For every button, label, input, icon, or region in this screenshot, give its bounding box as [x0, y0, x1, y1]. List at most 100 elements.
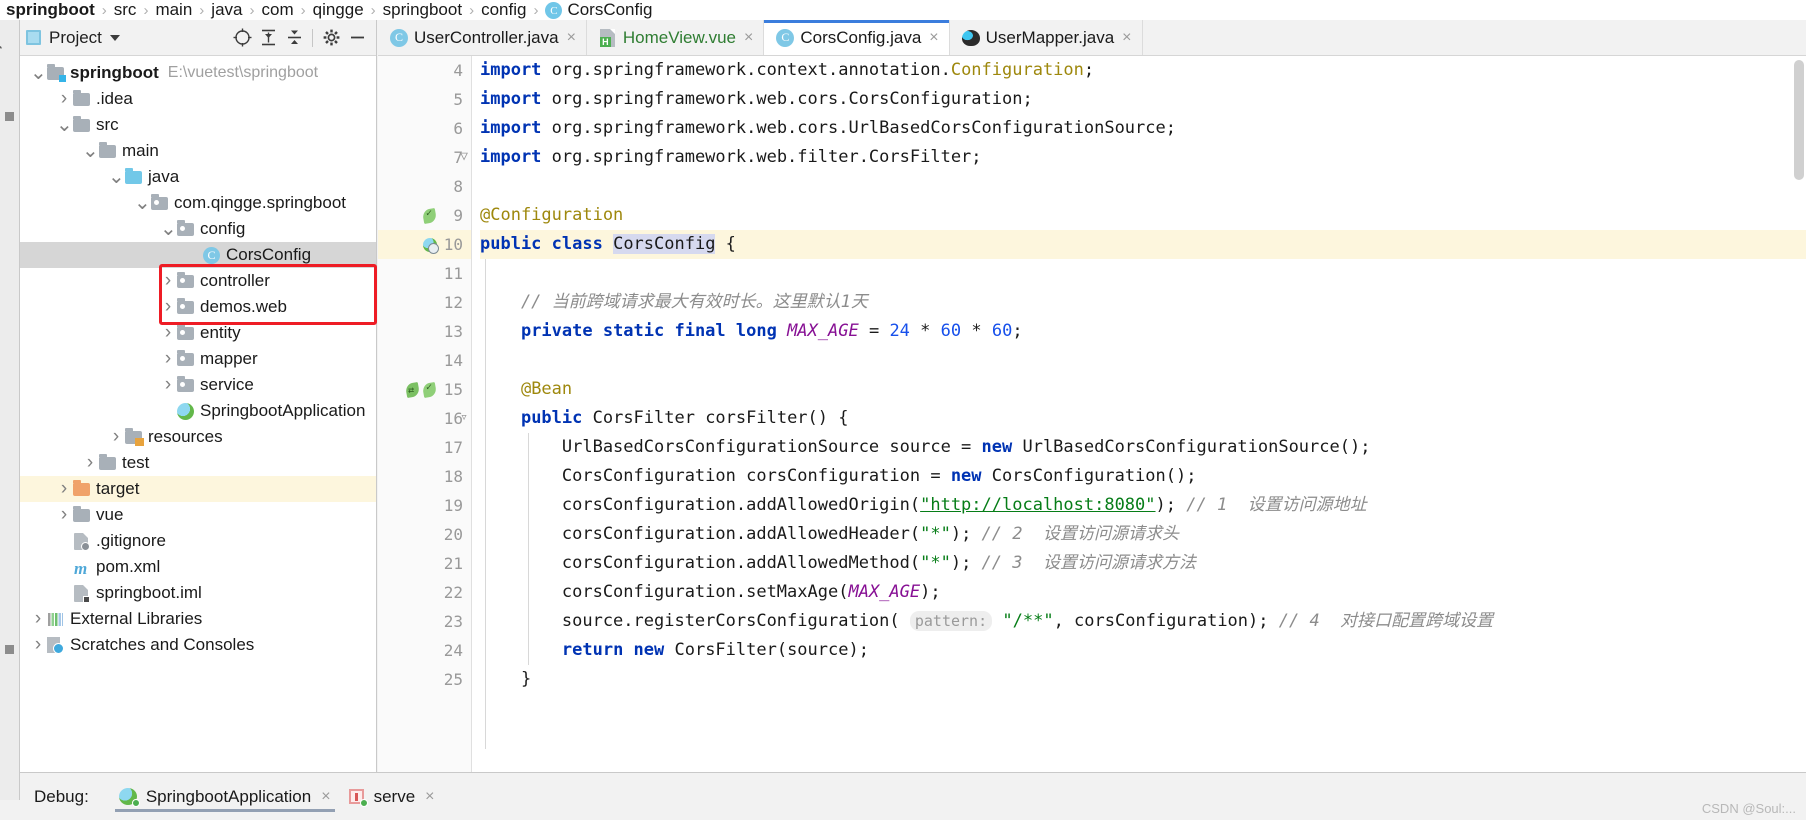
debug-tab-springbootapplication[interactable]: SpringbootApplication× [111, 777, 339, 817]
gutter-line-20[interactable]: 20 [378, 520, 471, 549]
gutter-line-25[interactable]: 25 [378, 665, 471, 694]
gutter-line-22[interactable]: 22 [378, 578, 471, 607]
chevron-down-icon[interactable]: ⌄ [30, 68, 46, 78]
code-line-8[interactable] [480, 172, 1806, 201]
tree-node-vue[interactable]: ›vue [20, 502, 376, 528]
spring-bean-navigate-icon[interactable]: ⇄ [405, 382, 420, 398]
tree-node-entity[interactable]: ›entity [20, 320, 376, 346]
chevron-right-icon[interactable]: › [30, 634, 46, 656]
spring-bean-marker-icon[interactable] [422, 237, 437, 253]
tree-node-com-qingge-springboot[interactable]: ⌄com.qingge.springboot [20, 190, 376, 216]
breadcrumb-item-main[interactable]: main [155, 0, 192, 20]
tree-node--idea[interactable]: ›.idea [20, 86, 376, 112]
tree-node-main[interactable]: ⌄main [20, 138, 376, 164]
chevron-right-icon[interactable]: › [108, 426, 124, 448]
project-tree[interactable]: ⌄springbootE:\vuetest\springboot›.idea⌄s… [20, 56, 376, 772]
breadcrumb-item-corsconfig[interactable]: CCorsConfig [545, 0, 652, 20]
breadcrumb-item-com[interactable]: com [261, 0, 293, 20]
tree-node-test[interactable]: ›test [20, 450, 376, 476]
editor-tab-homeview-vue[interactable]: HHomeView.vue× [587, 20, 764, 55]
chevron-down-icon[interactable]: ⌄ [108, 172, 124, 182]
close-icon[interactable]: × [567, 30, 576, 46]
breadcrumb-item-config[interactable]: config [481, 0, 526, 20]
editor-scrollbar[interactable] [1794, 60, 1804, 180]
tree-node-src[interactable]: ⌄src [20, 112, 376, 138]
breadcrumb-item-java[interactable]: java [211, 0, 242, 20]
breadcrumb-item-src[interactable]: src [114, 0, 137, 20]
gutter-line-14[interactable]: 14 [378, 346, 471, 375]
tree-node-mapper[interactable]: ›mapper [20, 346, 376, 372]
tree-node-config[interactable]: ⌄config [20, 216, 376, 242]
code-line-5[interactable]: import org.springframework.web.cors.Cors… [480, 85, 1806, 114]
chevron-right-icon[interactable]: › [56, 478, 72, 500]
code-line-9[interactable]: @Configuration [480, 201, 1806, 230]
chevron-right-icon[interactable]: › [160, 348, 176, 370]
gutter-line-10[interactable]: 10 [378, 230, 471, 259]
gutter-marker-group[interactable]: ⇄✓ [405, 375, 437, 404]
gutter-line-21[interactable]: 21 [378, 549, 471, 578]
code-line-19[interactable]: corsConfiguration.addAllowedOrigin("http… [480, 491, 1806, 520]
editor-tab-corsconfig-java[interactable]: CCorsConfig.java× [764, 20, 949, 55]
chevron-down-icon[interactable]: ⌄ [56, 120, 72, 130]
tree-node-scratches-and-consoles[interactable]: ›Scratches and Consoles [20, 632, 376, 658]
tree-node-external-libraries[interactable]: ›External Libraries [20, 606, 376, 632]
gear-icon[interactable] [318, 25, 344, 51]
chevron-right-icon[interactable]: › [160, 296, 176, 318]
tree-node-pom-xml[interactable]: mpom.xml [20, 554, 376, 580]
gutter-line-8[interactable]: 8 [378, 172, 471, 201]
gutter-marker-group[interactable] [422, 230, 437, 259]
spring-bean-leaf-icon[interactable]: ✓ [422, 382, 437, 398]
debug-tab-serve[interactable]: serve× [339, 777, 443, 817]
chevron-down-icon[interactable]: ⌄ [160, 224, 176, 234]
gutter-line-19[interactable]: 19 [378, 491, 471, 520]
chevron-down-icon[interactable]: ⌄ [82, 146, 98, 156]
code-line-18[interactable]: CorsConfiguration corsConfiguration = ne… [480, 462, 1806, 491]
code-line-25[interactable]: } [480, 665, 1806, 694]
select-opened-file-icon[interactable] [229, 25, 255, 51]
tree-node--gitignore[interactable]: .gitignore [20, 528, 376, 554]
code-line-10[interactable]: public class CorsConfig { [480, 230, 1806, 259]
gutter-line-6[interactable]: 6 [378, 114, 471, 143]
code-editor[interactable]: 456▽78✓91011121314⇄✓15▿16171819202122232… [378, 56, 1806, 772]
gutter-line-11[interactable]: 11 [378, 259, 471, 288]
chevron-right-icon[interactable]: › [56, 88, 72, 110]
gutter-line-17[interactable]: 17 [378, 433, 471, 462]
code-line-14[interactable] [480, 346, 1806, 375]
tree-node-demos-web[interactable]: ›demos.web [20, 294, 376, 320]
gutter-line-4[interactable]: 4 [378, 56, 471, 85]
chevron-right-icon[interactable]: › [160, 374, 176, 396]
gutter-line-16[interactable]: ▿16 [378, 404, 471, 433]
breadcrumb-item-springboot[interactable]: springboot [383, 0, 462, 20]
chevron-right-icon[interactable]: › [82, 452, 98, 474]
tree-node-springboot-iml[interactable]: springboot.iml [20, 580, 376, 606]
code-content[interactable]: import org.springframework.context.annot… [472, 56, 1806, 772]
code-line-7[interactable]: import org.springframework.web.filter.Co… [480, 143, 1806, 172]
chevron-right-icon[interactable]: › [56, 504, 72, 526]
code-fold-icon[interactable]: ▽ [460, 150, 468, 163]
tree-node-corsconfig[interactable]: CCorsConfig [20, 242, 376, 268]
chevron-right-icon[interactable]: › [160, 270, 176, 292]
tree-node-springbootapplication[interactable]: SpringbootApplication [20, 398, 376, 424]
gutter-line-23[interactable]: 23 [378, 607, 471, 636]
tree-node-springboot[interactable]: ⌄springbootE:\vuetest\springboot [20, 60, 376, 86]
close-icon[interactable]: × [321, 788, 330, 806]
code-line-15[interactable]: @Bean [480, 375, 1806, 404]
chevron-down-icon[interactable] [110, 35, 120, 41]
tree-node-java[interactable]: ⌄java [20, 164, 376, 190]
chevron-right-icon[interactable]: › [30, 608, 46, 630]
tree-node-resources[interactable]: ›resources [20, 424, 376, 450]
gutter-line-24[interactable]: 24 [378, 636, 471, 665]
breadcrumb-item-qingge[interactable]: qingge [313, 0, 364, 20]
close-icon[interactable]: × [1122, 30, 1131, 46]
collapse-all-icon[interactable] [281, 25, 307, 51]
tree-node-service[interactable]: ›service [20, 372, 376, 398]
editor-gutter[interactable]: 456▽78✓91011121314⇄✓15▿16171819202122232… [378, 56, 472, 772]
code-line-12[interactable]: // 当前跨域请求最大有效时长。这里默认1天 [480, 288, 1806, 317]
code-line-17[interactable]: UrlBasedCorsConfigurationSource source =… [480, 433, 1806, 462]
code-line-16[interactable]: public CorsFilter corsFilter() { [480, 404, 1806, 433]
spring-bean-leaf-icon[interactable]: ✓ [422, 208, 437, 224]
gutter-line-12[interactable]: 12 [378, 288, 471, 317]
code-fold-icon[interactable]: ▿ [460, 411, 468, 424]
hide-panel-icon[interactable] [344, 25, 370, 51]
editor-tab-usermapper-java[interactable]: UserMapper.java× [950, 20, 1143, 55]
